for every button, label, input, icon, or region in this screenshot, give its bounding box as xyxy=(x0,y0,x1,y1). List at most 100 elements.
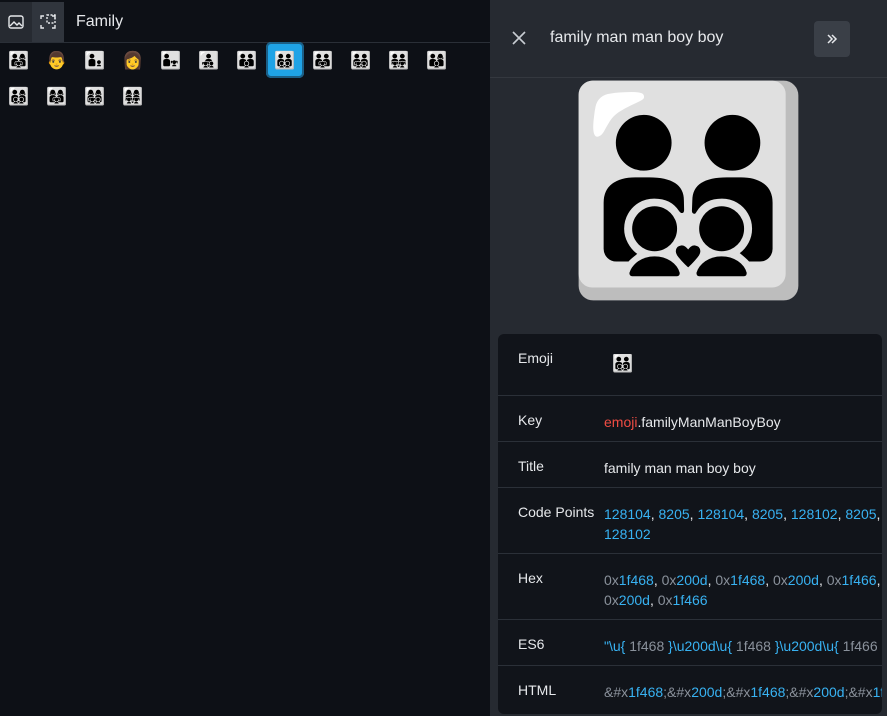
hex-item: 0x1f466 xyxy=(658,592,708,608)
hex-item: 0x1f468 xyxy=(715,572,765,588)
html-part: 200d xyxy=(813,684,845,700)
row-label: Code Points xyxy=(518,504,595,520)
emoji-cell[interactable]: 👨‍👦 xyxy=(76,42,114,78)
hex-value: 1f466 xyxy=(841,572,877,588)
chevrons-right-icon xyxy=(827,34,838,44)
row-code-points: Code Points 128104, 8205, 128104, 8205, … xyxy=(498,488,882,554)
tool-group xyxy=(0,2,64,42)
emoji-cell[interactable]: 👩 xyxy=(114,42,152,78)
screenshot-select-button[interactable] xyxy=(32,2,64,42)
emoji-cell[interactable]: 👨‍👨‍👦 xyxy=(228,42,266,78)
close-icon xyxy=(512,31,526,45)
html-part: 1f xyxy=(872,684,882,700)
html-part: 1f468 xyxy=(628,684,664,700)
row-label: ES6 xyxy=(518,636,545,652)
html-part: &#x xyxy=(604,684,629,700)
emoji-cell[interactable]: 👨‍👧 xyxy=(152,42,190,78)
es6-part: 1f468 xyxy=(625,638,669,654)
row-es6: ES6 "\u{ 1f468 }\u200d\u{ 1f468 }\u200d\… xyxy=(498,620,882,666)
image-icon xyxy=(8,15,24,29)
code-point: 128104 xyxy=(697,506,745,522)
row-key: Key emoji.familyManManBoyBoy xyxy=(498,396,882,442)
emoji-cell[interactable]: 👨‍👨‍👧 xyxy=(304,42,342,78)
html-part: ;&#x xyxy=(722,684,751,700)
emoji-cell[interactable]: 👨‍👧‍👦 xyxy=(190,42,228,78)
es6-part: "\u{ xyxy=(604,638,626,654)
emoji-cell[interactable]: 👩‍👩‍👧 xyxy=(38,78,76,114)
hex-prefix: 0x xyxy=(772,572,788,588)
hex-prefix: 0x xyxy=(604,592,619,608)
html-part: ;&#x xyxy=(785,684,814,700)
row-es6-value[interactable]: "\u{ 1f468 }\u200d\u{ 1f468 }\u200d\u{ 1… xyxy=(604,636,882,656)
emoji-cell[interactable]: 👨 xyxy=(38,42,76,78)
row-hex-value[interactable]: 0x1f468, 0x200d, 0x1f468, 0x200d, 0x1f46… xyxy=(604,570,882,610)
emoji-cell[interactable]: 👩‍👩‍👧‍👦 xyxy=(76,78,114,114)
row-code-points-value[interactable]: 128104, 8205, 128104, 8205, 128102, 8205… xyxy=(604,504,882,544)
hex-prefix: 0x xyxy=(826,572,842,588)
emoji-cell[interactable]: 👨‍👨‍👧‍👦 xyxy=(342,42,380,78)
code-point: 8205 xyxy=(751,506,784,522)
image-button[interactable] xyxy=(0,2,32,42)
hex-value: 1f468 xyxy=(618,572,654,588)
key-suffix: .familyManManBoyBoy xyxy=(637,414,781,430)
html-part: 1f468 xyxy=(750,684,786,700)
row-title-value[interactable]: family man man boy boy xyxy=(604,458,882,478)
detail-title: family man man boy boy xyxy=(550,29,724,46)
emoji-info-card: Emoji 👨‍👨‍👦‍👦 Key emoji.familyManManBoyB… xyxy=(498,334,882,714)
emoji-preview: 👨‍👨‍👦‍👦 xyxy=(490,78,887,304)
row-html: HTML &#x1f468;&#x200d;&#x1f468;&#x200d;&… xyxy=(498,666,882,714)
hex-value: 1f468 xyxy=(730,572,766,588)
es6-part: }\u200d\u{ xyxy=(668,638,733,654)
emoji-cell[interactable]: 👨‍👨‍👦‍👦 xyxy=(266,42,304,78)
row-label: Key xyxy=(518,412,543,428)
row-label: Title xyxy=(518,458,544,474)
es6-part: }\u200d\u{ xyxy=(774,638,839,654)
hex-item: 0x200d xyxy=(604,592,650,608)
hex-item: 0x1f468 xyxy=(604,572,654,588)
hex-prefix: 0x xyxy=(715,572,731,588)
es6-part: 1f466 xyxy=(838,638,878,654)
hex-item: 0x200d xyxy=(773,572,819,588)
es6-part: 1f468 xyxy=(732,638,775,654)
html-part: ;&#x xyxy=(663,684,692,700)
row-key-value[interactable]: emoji.familyManManBoyBoy xyxy=(604,412,882,432)
emoji-browser-panel: Family 👨‍👩‍👧 👨 👨‍👦 👩 👨‍👧 👨‍👧‍👦 👨‍👨‍👦 👨‍👨‍👦‍👦 👨‍👨… xyxy=(0,0,490,716)
row-title: Title family man man boy boy xyxy=(498,442,882,488)
row-hex: Hex 0x1f468, 0x200d, 0x1f468, 0x200d, 0x… xyxy=(498,554,882,620)
hex-item: 0x1f466 xyxy=(827,572,877,588)
emoji-grid: 👨‍👩‍👧 👨 👨‍👦 👩 👨‍👧 👨‍👧‍👦 👨‍👨‍👦 👨‍👨‍👦‍👦 👨‍👨‍👧 👨‍👨‍👧… xyxy=(0,42,490,114)
row-emoji: Emoji 👨‍👨‍👦‍👦 xyxy=(498,334,882,396)
hex-item: 0x200d xyxy=(662,572,708,588)
emoji-cell[interactable]: 👩‍👩‍👧‍👧 xyxy=(114,78,152,114)
preview-emoji: 👨‍👨‍👦‍👦 xyxy=(563,79,814,302)
emoji-cell[interactable]: 👨‍👩‍👦 xyxy=(418,42,456,78)
row-html-value[interactable]: &#x1f468;&#x200d;&#x1f468;&#x200d;&#x1f xyxy=(604,682,882,702)
key-prefix: emoji xyxy=(604,414,638,430)
hex-value: 1f466 xyxy=(672,592,708,608)
html-part: 200d xyxy=(691,684,723,700)
emoji-cell[interactable]: 👨‍👩‍👧 xyxy=(0,42,38,78)
row-label: Hex xyxy=(518,570,543,586)
code-point: 8205 xyxy=(845,506,877,522)
row-label: Emoji xyxy=(518,350,554,366)
hex-prefix: 0x xyxy=(604,572,619,588)
html-part: ;&#x xyxy=(844,684,873,700)
emoji-detail-panel: family man man boy boy 👨‍👨‍👦‍👦 Emoji 👨‍👨… xyxy=(490,0,887,716)
detail-header: family man man boy boy xyxy=(490,0,887,78)
screenshot-select-icon xyxy=(40,14,56,29)
code-point: 128104 xyxy=(604,506,651,522)
category-title: Family xyxy=(76,13,124,30)
row-label: HTML xyxy=(518,682,557,698)
emoji-cell[interactable]: 👨‍👨‍👧‍👧 xyxy=(380,42,418,78)
row-emoji-value[interactable]: 👨‍👨‍👦‍👦 xyxy=(612,354,882,374)
hex-value: 200d xyxy=(618,592,650,608)
expand-button[interactable] xyxy=(814,21,850,57)
hex-value: 200d xyxy=(676,572,708,588)
emoji-cell[interactable]: 👨‍👩‍👦‍👦 xyxy=(0,78,38,114)
hex-prefix: 0x xyxy=(657,592,673,608)
close-button[interactable] xyxy=(510,29,528,47)
code-point: 128102 xyxy=(604,526,651,542)
code-point: 128102 xyxy=(790,506,838,522)
hex-value: 200d xyxy=(787,572,819,588)
code-point: 8205 xyxy=(658,506,690,522)
